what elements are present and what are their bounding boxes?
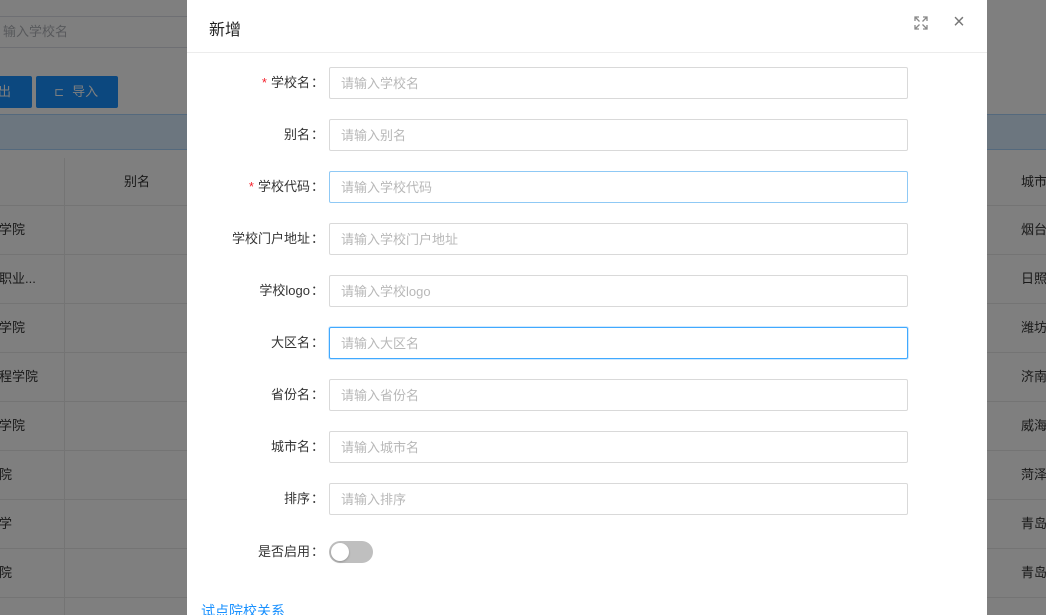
field-label-text: 学校logo <box>259 283 310 298</box>
alias-label: 别名： <box>284 119 324 151</box>
label-colon: ： <box>310 491 324 506</box>
region-label: 大区名： <box>271 327 324 359</box>
label-colon: ： <box>310 439 324 454</box>
field-label-text: 学校名 <box>270 75 310 90</box>
school-code-label: * 学校代码： <box>249 171 324 203</box>
form-row-province: 省份名： <box>187 379 987 411</box>
dialog-title: 新增 <box>209 22 242 39</box>
enable-switch[interactable] <box>329 541 373 563</box>
field-label-text: 城市名 <box>270 439 310 454</box>
label-colon: ： <box>310 544 324 559</box>
alias-input[interactable] <box>329 119 908 151</box>
label-colon: ： <box>310 75 324 90</box>
sort-label: 排序： <box>284 483 324 515</box>
field-label-text: 别名 <box>283 127 310 142</box>
label-colon: ： <box>310 179 324 194</box>
form-row-logo: 学校logo： <box>187 275 987 307</box>
portal-url-label: 学校门户地址： <box>232 223 324 255</box>
form-row-school-name: * 学校名： <box>187 67 987 99</box>
logo-input[interactable] <box>329 275 908 307</box>
school-code-input[interactable] <box>329 171 908 203</box>
enable-label: 是否启用： <box>258 536 324 568</box>
province-label: 省份名： <box>271 379 324 411</box>
province-input[interactable] <box>329 379 908 411</box>
label-colon: ： <box>310 387 324 402</box>
dialog-header: 新增 × <box>187 0 987 53</box>
school-name-label: * 学校名： <box>262 67 324 99</box>
region-input[interactable] <box>329 327 908 359</box>
label-colon: ： <box>310 231 324 246</box>
pilot-school-relation-link[interactable]: 试点院校关系 <box>201 601 285 615</box>
label-colon: ： <box>310 335 324 350</box>
fullscreen-icon[interactable] <box>913 15 929 31</box>
add-school-dialog: 新增 × *学校名： 别名： *学校代码： 学校门户地址： 学校logo： 大区… <box>187 0 987 615</box>
field-label-text: 学校代码 <box>257 179 310 194</box>
field-label-text: 排序 <box>283 491 310 506</box>
form-row-alias: 别名： <box>187 119 987 151</box>
form-row-portal-url: 学校门户地址： <box>187 223 987 255</box>
switch-knob <box>331 543 349 561</box>
form-row-sort: 排序： <box>187 483 987 515</box>
label-colon: ： <box>310 283 324 298</box>
label-colon: ： <box>310 127 324 142</box>
form-row-enable: 是否启用： <box>187 535 987 571</box>
form-row-school-code: * 学校代码： <box>187 171 987 203</box>
sort-input[interactable] <box>329 483 908 515</box>
form-row-city: 城市名： <box>187 431 987 463</box>
field-label-text: 大区名 <box>270 335 310 350</box>
required-mark: * <box>248 179 254 194</box>
close-icon[interactable]: × <box>951 12 967 32</box>
school-name-input[interactable] <box>329 67 908 99</box>
field-label-text: 省份名 <box>270 387 310 402</box>
logo-label: 学校logo： <box>259 275 324 307</box>
field-label-text: 学校门户地址 <box>231 231 310 246</box>
required-mark: * <box>261 75 267 90</box>
form-row-region: 大区名： <box>187 327 987 359</box>
city-label: 城市名： <box>271 431 324 463</box>
field-label-text: 是否启用 <box>257 544 310 559</box>
portal-url-input[interactable] <box>329 223 908 255</box>
city-input[interactable] <box>329 431 908 463</box>
